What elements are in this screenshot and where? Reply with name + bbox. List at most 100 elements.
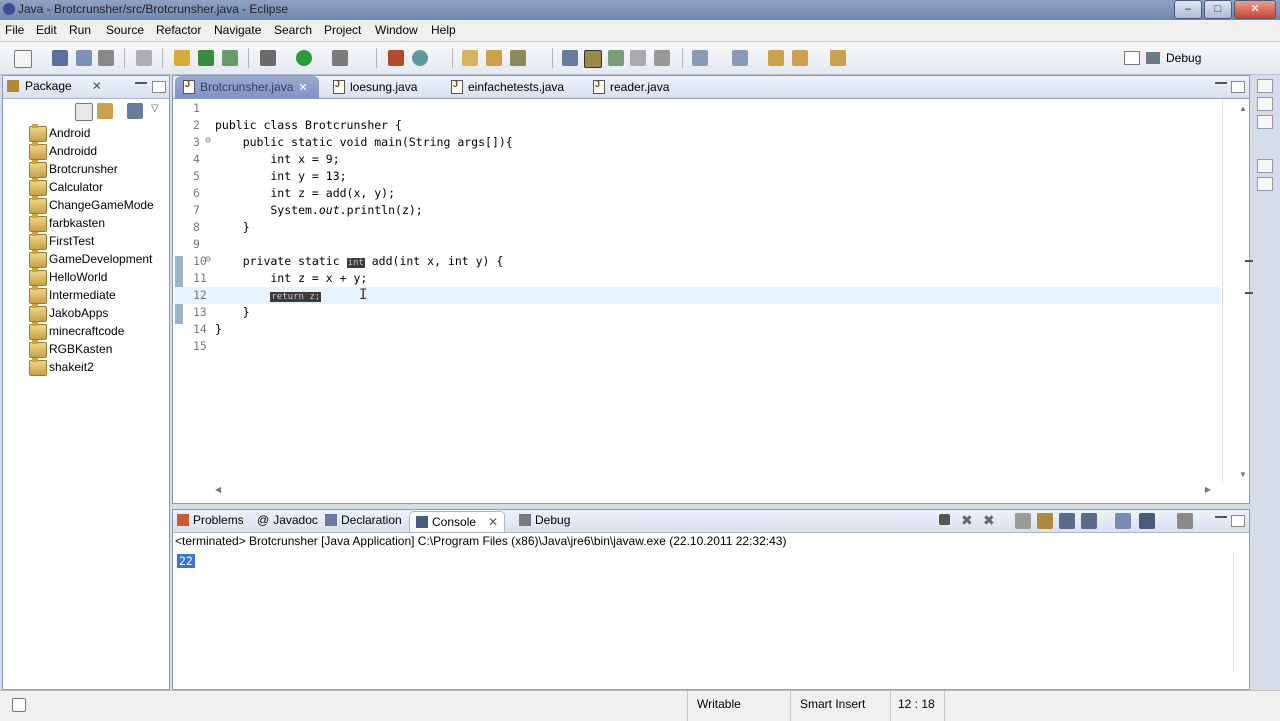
close-icon[interactable]: ✕ (298, 81, 307, 94)
link-editor-icon[interactable] (97, 103, 113, 119)
view-menu-icon[interactable] (127, 103, 143, 119)
tab-declaration[interactable]: Declaration (325, 513, 402, 527)
list-item[interactable]: Intermediate (3, 286, 169, 304)
tab-loesung-java[interactable]: loesung.java (325, 76, 417, 98)
back-icon[interactable] (792, 50, 808, 66)
refresh-icon[interactable] (412, 50, 428, 66)
minimize-view-icon[interactable] (1215, 515, 1227, 518)
save-all-icon[interactable] (76, 50, 92, 66)
menu-navigate[interactable]: Navigate (214, 23, 261, 37)
prev-annotation-icon[interactable] (732, 50, 748, 66)
tab-problems[interactable]: Problems (177, 513, 244, 527)
list-item[interactable]: Calculator (3, 178, 169, 196)
open-console-icon[interactable] (1177, 513, 1193, 529)
scroll-left-icon[interactable]: ◀ (215, 485, 221, 494)
remove-launch-icon[interactable]: ✖ (961, 512, 977, 528)
list-item[interactable]: Brotcrunsher (3, 160, 169, 178)
console-horizontal-scrollbar[interactable] (175, 672, 1233, 686)
menu-help[interactable]: Help (431, 23, 456, 37)
maximize-view-icon[interactable] (152, 81, 166, 93)
next-annotation-icon[interactable] (692, 50, 708, 66)
maximize-view-icon[interactable] (1231, 81, 1245, 93)
mark-occurrences-icon[interactable] (584, 50, 602, 68)
tab-debug[interactable]: Debug (519, 513, 570, 527)
tab-console[interactable]: Console ✕ (409, 511, 506, 532)
menu-run[interactable]: Run (69, 23, 91, 37)
pencil-icon[interactable] (510, 50, 526, 66)
close-window-button[interactable]: ✕ (1234, 0, 1276, 19)
fold-icon[interactable]: ⊖ (205, 135, 211, 146)
list-item[interactable]: FirstTest (3, 232, 169, 250)
close-icon[interactable]: ✕ (488, 515, 498, 529)
show-stdout-icon[interactable] (1059, 513, 1075, 529)
fast-view-icon[interactable] (12, 698, 26, 712)
restore-icon[interactable] (1257, 159, 1273, 173)
outline-icon[interactable] (1257, 97, 1273, 111)
toggle-icon[interactable] (608, 50, 624, 66)
perspective-label[interactable]: Debug (1166, 51, 1201, 65)
maximize-view-icon[interactable] (1231, 515, 1245, 527)
scroll-right-icon[interactable]: ▶ (1205, 485, 1211, 494)
new-package-icon[interactable] (174, 50, 190, 66)
fold-icon[interactable]: ⊖ (205, 254, 211, 265)
external-tools-icon[interactable] (332, 50, 348, 66)
menu-search[interactable]: Search (274, 23, 312, 37)
scroll-down-icon[interactable]: ▼ (1239, 470, 1247, 479)
list-item[interactable]: GameDevelopment (3, 250, 169, 268)
package-explorer-tab[interactable]: Package ✕ (7, 79, 102, 93)
last-edit-icon[interactable] (768, 50, 784, 66)
annotation-icon[interactable] (562, 50, 578, 66)
scroll-up-icon[interactable]: ▲ (1239, 104, 1247, 113)
clear-console-icon[interactable] (1015, 513, 1031, 529)
close-icon[interactable]: ✕ (92, 79, 102, 93)
terminate-icon[interactable] (939, 514, 950, 525)
list-item[interactable]: JakobApps (3, 304, 169, 322)
pin-console-icon[interactable] (1115, 513, 1131, 529)
tab-javadoc[interactable]: @ Javadoc (257, 513, 318, 527)
menu-refactor[interactable]: Refactor (156, 23, 201, 37)
new-icon[interactable] (14, 50, 32, 68)
tab-einfachetests-java[interactable]: einfachetests.java (443, 76, 564, 98)
open-folder-icon[interactable] (462, 50, 478, 66)
restore-icon[interactable] (1257, 79, 1273, 93)
list-item[interactable]: HelloWorld (3, 268, 169, 286)
debug-run-icon[interactable] (260, 50, 276, 66)
save-icon[interactable] (52, 50, 68, 66)
list-item[interactable]: minecraftcode (3, 322, 169, 340)
editor-vertical-scrollbar[interactable]: ▲ ▼ (1222, 100, 1253, 483)
minimize-view-icon[interactable] (135, 81, 147, 84)
minimize-view-icon[interactable] (1215, 81, 1227, 84)
list-item[interactable]: Android (3, 124, 169, 142)
new-class-icon[interactable] (198, 50, 214, 66)
list-item[interactable]: farbkasten (3, 214, 169, 232)
scroll-lock-icon[interactable] (1037, 513, 1053, 529)
task-list-icon[interactable] (1257, 115, 1273, 129)
remove-all-icon[interactable]: ✖ (983, 512, 999, 528)
list-item[interactable]: shakeit2 (3, 358, 169, 376)
collapse-all-icon[interactable] (75, 103, 93, 121)
block-selection-icon[interactable] (630, 50, 646, 66)
show-whitespace-icon[interactable] (654, 50, 670, 66)
console-vertical-scrollbar[interactable] (1233, 552, 1248, 672)
show-stderr-icon[interactable] (1081, 513, 1097, 529)
search-folder-icon[interactable] (486, 50, 502, 66)
chevron-down-icon[interactable]: ▽ (151, 103, 159, 114)
forward-icon[interactable] (830, 50, 846, 66)
menu-project[interactable]: Project (324, 23, 361, 37)
build-icon[interactable] (136, 50, 152, 66)
open-perspective-icon[interactable] (1124, 51, 1140, 65)
open-type-icon[interactable] (222, 50, 238, 66)
console-output-text[interactable]: 22 (177, 554, 195, 568)
menu-file[interactable]: File (5, 23, 24, 37)
coverage-icon[interactable] (388, 50, 404, 66)
menu-edit[interactable]: Edit (36, 23, 57, 37)
maximize-button[interactable]: □ (1204, 0, 1232, 19)
list-item[interactable]: RGBKasten (3, 340, 169, 358)
run-icon[interactable] (296, 50, 312, 66)
minimize-button[interactable]: – (1174, 0, 1202, 19)
list-item[interactable]: Androidd (3, 142, 169, 160)
menu-source[interactable]: Source (106, 23, 144, 37)
menu-window[interactable]: Window (375, 23, 418, 37)
code-area[interactable]: 1 2 public class Brotcrunsher { 3 ⊖ public… (175, 100, 1219, 483)
tab-reader-java[interactable]: reader.java (585, 76, 669, 98)
